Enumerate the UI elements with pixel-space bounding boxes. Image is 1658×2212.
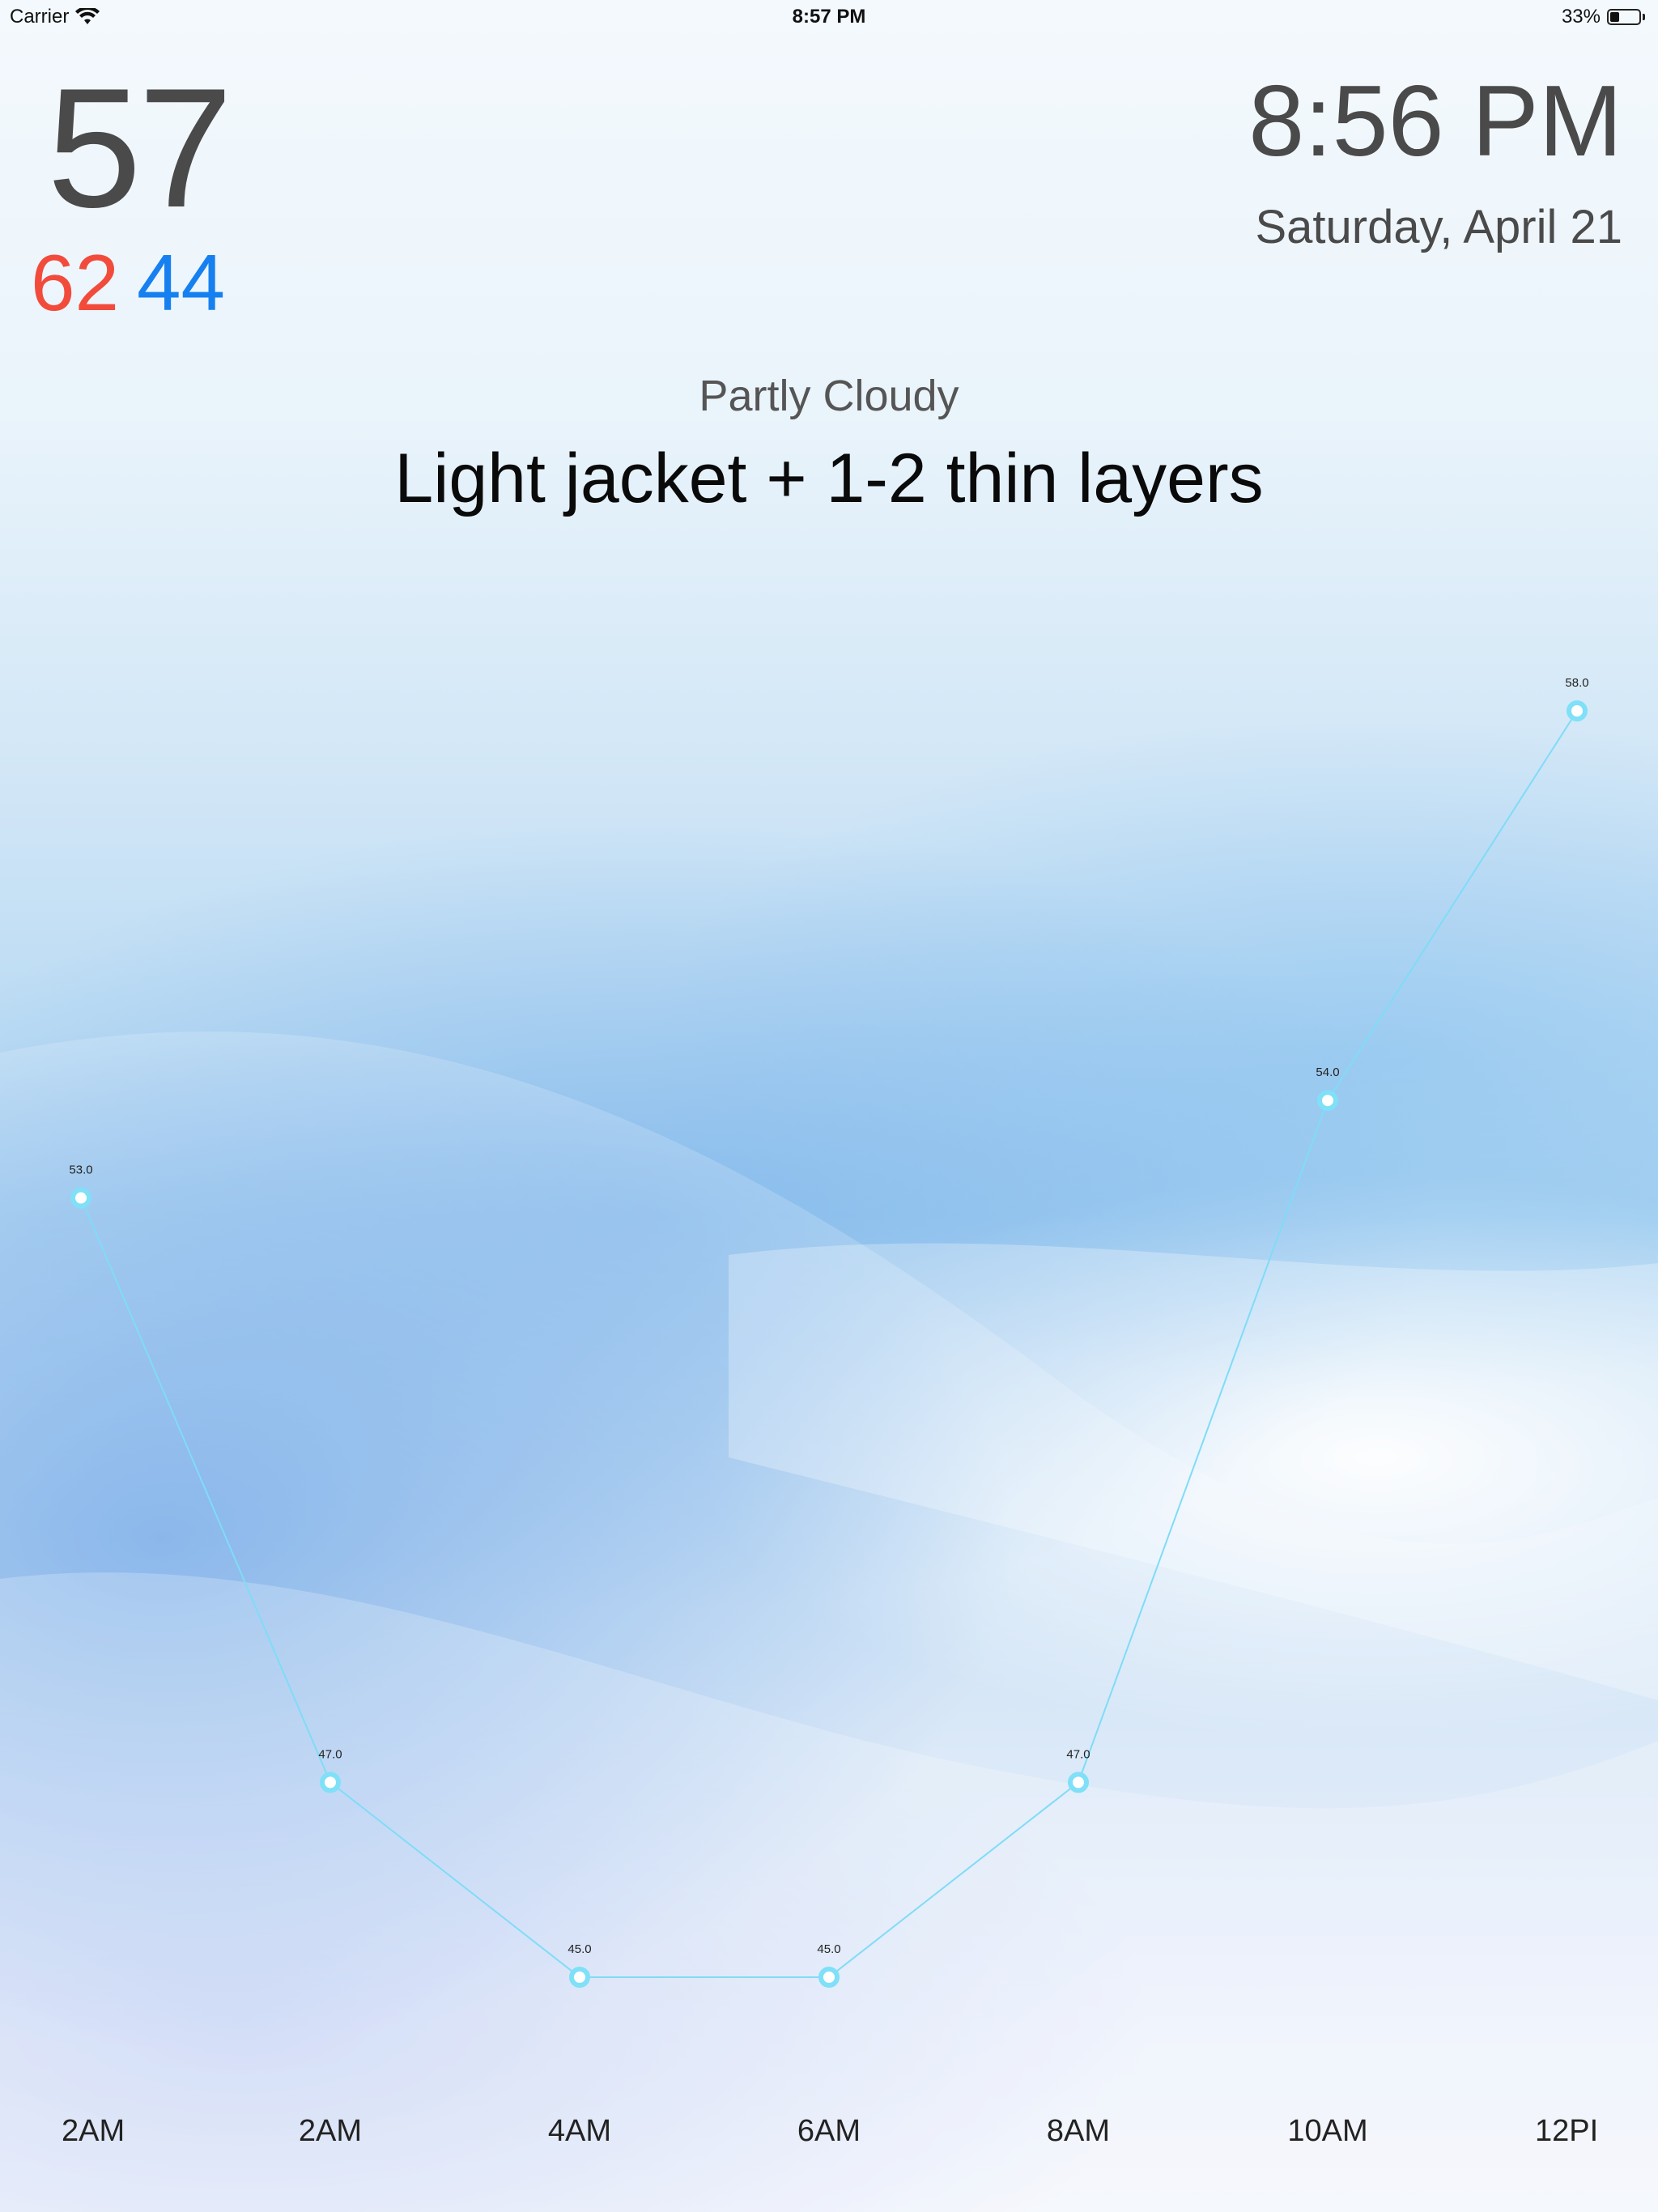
hour-tick-label: 2AM [62,2114,125,2148]
data-point [70,1187,91,1209]
hour-tick-label: 6AM [797,2114,861,2148]
data-value-label: 47.0 [1066,1747,1090,1761]
hourly-temperature-chart: 53.0 47.0 45.0 45.0 47.0 54.0 58.0 2AM 2AM 4AM 6AM… [62,676,1598,2148]
data-value-label: 45.0 [817,1942,840,1956]
data-point [1567,700,1588,721]
data-value-label: 53.0 [69,1163,92,1177]
data-value-label: 45.0 [568,1942,591,1956]
hour-tick-label: 8AM [1047,2114,1110,2148]
data-point [569,1967,590,1988]
data-point [320,1772,341,1793]
hour-tick-label: 10AM [1287,2114,1367,2148]
hour-tick-label: 12PI [1535,2114,1598,2148]
data-point [818,1967,840,1988]
data-value-label: 54.0 [1316,1066,1339,1079]
hour-tick-label: 4AM [548,2114,611,2148]
hour-tick-label: 2AM [299,2114,362,2148]
series-line [80,710,1578,1978]
data-point [1068,1772,1089,1793]
data-value-label: 58.0 [1565,676,1588,690]
data-point [1317,1090,1338,1112]
data-value-label: 47.0 [318,1747,342,1761]
